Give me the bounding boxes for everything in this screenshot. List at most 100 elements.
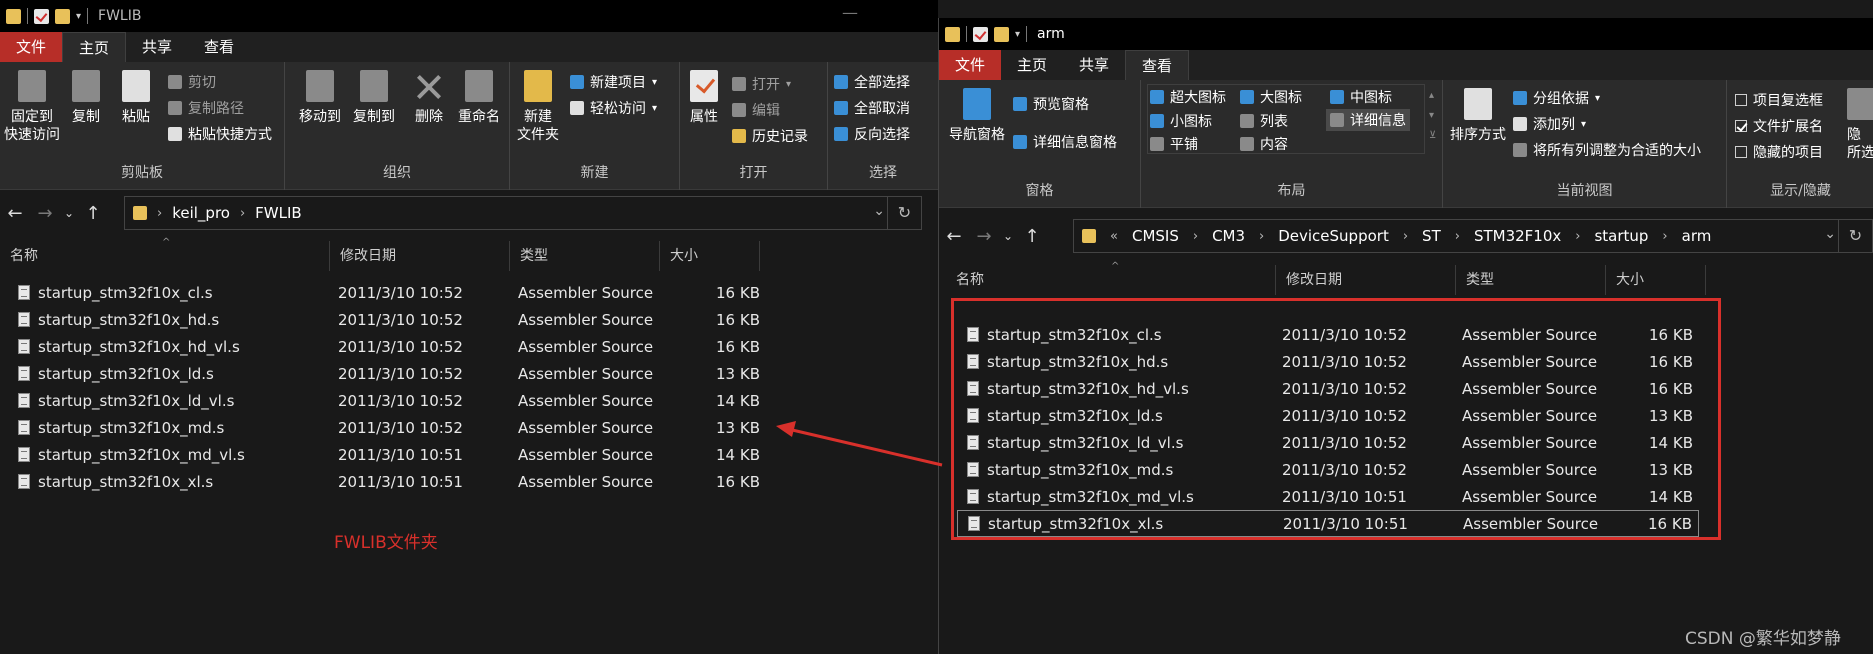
add-columns-button[interactable]: 添加列 ▾ [1513, 114, 1586, 134]
up-arrow-icon[interactable]: ↑ [1017, 226, 1047, 247]
tab-view[interactable]: 查看 [188, 32, 250, 62]
column-header-type[interactable]: 类型 [510, 241, 660, 271]
breadcrumb-cmsis[interactable]: CMSIS [1132, 227, 1179, 245]
breadcrumb-arm[interactable]: arm [1682, 227, 1712, 245]
open-button[interactable]: 打开 ▾ [732, 74, 791, 94]
customize-toolbar-icon[interactable]: ▾ [76, 11, 81, 22]
tab-share[interactable]: 共享 [126, 32, 188, 62]
invert-selection-button[interactable]: 反向选择 [834, 124, 910, 144]
easy-access-button[interactable]: 轻松访问 ▾ [570, 98, 657, 118]
chevron-down-icon[interactable]: ⌄ [873, 203, 885, 219]
layout-list[interactable]: 列表 [1240, 111, 1288, 131]
file-row[interactable]: startup_stm32f10x_hd_vl.s 2011/3/10 10:52… [8, 333, 760, 360]
history-button[interactable]: 历史记录 [732, 126, 808, 146]
chevron-down-icon[interactable]: ⌄ [1824, 226, 1836, 242]
breadcrumb-cm3[interactable]: CM3 [1212, 227, 1245, 245]
layout-tiles[interactable]: 平铺 [1150, 134, 1198, 154]
scroll-up-icon[interactable]: ▴ [1429, 86, 1436, 106]
file-row[interactable]: startup_stm32f10x_md.s 2011/3/10 10:52 Ass… [8, 414, 760, 441]
tab-file[interactable]: 文件 [939, 50, 1002, 80]
column-header-name[interactable]: 名称 [946, 265, 1276, 295]
back-arrow-icon[interactable]: ← [0, 203, 30, 224]
layout-large-icons[interactable]: 大图标 [1240, 87, 1302, 107]
column-header-size[interactable]: 大小 [660, 241, 760, 271]
layout-extra-large-icons[interactable]: 超大图标 [1150, 87, 1226, 107]
checkbox-unchecked[interactable] [1735, 146, 1747, 158]
paste-button[interactable]: 粘贴 [114, 70, 158, 126]
column-header-date[interactable]: 修改日期 [1276, 265, 1456, 295]
column-header-name[interactable]: 名称 [0, 241, 330, 271]
hidden-items-toggle[interactable]: 隐藏的项目 [1735, 142, 1823, 162]
breadcrumb-st[interactable]: ST [1422, 227, 1441, 245]
size-columns-button[interactable]: 将所有列调整为合适的大小 [1513, 140, 1701, 160]
refresh-icon[interactable]: ↻ [1838, 220, 1872, 252]
preview-pane-button[interactable]: 预览窗格 [1013, 94, 1089, 114]
item-checkboxes-toggle[interactable]: 项目复选框 [1735, 90, 1823, 110]
copy-button[interactable]: 复制 [66, 70, 106, 126]
new-item-button[interactable]: 新建项目 ▾ [570, 72, 657, 92]
copy-path-button[interactable]: 复制路径 [168, 98, 244, 118]
navigation-pane-button[interactable]: 导航窗格 [945, 88, 1009, 144]
recent-locations-icon[interactable]: ⌄ [60, 206, 78, 220]
group-by-button[interactable]: 分组依据 ▾ [1513, 88, 1600, 108]
paste-shortcut-button[interactable]: 粘贴快捷方式 [168, 124, 272, 144]
recent-locations-icon[interactable]: ⌄ [999, 229, 1017, 243]
delete-button[interactable]: 删除 [409, 70, 449, 126]
refresh-icon[interactable]: ↻ [887, 197, 921, 229]
overflow-crumbs[interactable]: « [1110, 229, 1118, 244]
up-arrow-icon[interactable]: ↑ [78, 203, 108, 224]
column-header-type[interactable]: 类型 [1456, 265, 1606, 295]
edit-button[interactable]: 编辑 [732, 100, 780, 120]
new-folder-quick-icon[interactable] [994, 26, 1009, 42]
properties-quick-icon[interactable] [34, 8, 49, 24]
path-box[interactable]: › keil_pro › FWLIB ⌄ ↻ [124, 196, 922, 230]
new-folder-button[interactable]: 新建 文件夹 [514, 70, 562, 144]
column-header-date[interactable]: 修改日期 [330, 241, 510, 271]
expand-gallery-icon[interactable]: ⊻ [1429, 126, 1436, 146]
checkbox-checked[interactable] [1735, 120, 1747, 132]
layout-small-icons[interactable]: 小图标 [1150, 111, 1212, 131]
select-none-button[interactable]: 全部取消 [834, 98, 910, 118]
rename-button[interactable]: 重命名 [453, 70, 505, 126]
breadcrumb-stm32f10x[interactable]: STM32F10x [1474, 227, 1561, 245]
layout-medium-icons[interactable]: 中图标 [1330, 87, 1392, 107]
path-box[interactable]: « CMSIS › CM3 › DeviceSupport › ST › STM… [1073, 219, 1873, 253]
copy-to-button[interactable]: 复制到 [349, 70, 399, 126]
file-row[interactable]: startup_stm32f10x_cl.s 2011/3/10 10:52 Ass… [8, 279, 760, 306]
file-extensions-toggle[interactable]: 文件扩展名 [1735, 116, 1823, 136]
tab-share[interactable]: 共享 [1063, 50, 1125, 80]
properties-button[interactable]: 属性 [684, 70, 724, 126]
file-row[interactable]: startup_stm32f10x_hd.s 2011/3/10 10:52 Ass… [8, 306, 760, 333]
scroll-down-icon[interactable]: ▾ [1429, 106, 1436, 126]
column-header-size[interactable]: 大小 [1606, 265, 1706, 295]
properties-quick-icon[interactable] [973, 26, 988, 42]
breadcrumb-startup[interactable]: startup [1594, 227, 1648, 245]
checkbox-unchecked[interactable] [1735, 94, 1747, 106]
layout-scroll[interactable]: ▴ ▾ ⊻ [1429, 86, 1436, 146]
file-row[interactable]: startup_stm32f10x_ld_vl.s 2011/3/10 10:52… [8, 387, 760, 414]
tab-view[interactable]: 查看 [1125, 50, 1190, 80]
back-arrow-icon[interactable]: ← [939, 226, 969, 247]
details-pane-button[interactable]: 详细信息窗格 [1013, 132, 1117, 152]
breadcrumb-fwlib[interactable]: FWLIB [255, 204, 302, 222]
tab-home[interactable]: 主页 [1001, 50, 1063, 80]
file-row[interactable]: startup_stm32f10x_md_vl.s 2011/3/10 10:51… [8, 441, 760, 468]
minimize-icon[interactable]: — [830, 0, 870, 28]
forward-arrow-icon[interactable]: → [969, 226, 999, 247]
tab-home[interactable]: 主页 [62, 32, 127, 62]
sort-by-button[interactable]: 排序方式 [1447, 88, 1509, 144]
tab-file[interactable]: 文件 [0, 32, 63, 62]
breadcrumb-devicesupport[interactable]: DeviceSupport [1278, 227, 1389, 245]
layout-details[interactable]: 详细信息 [1326, 109, 1410, 131]
select-all-button[interactable]: 全部选择 [834, 72, 910, 92]
forward-arrow-icon[interactable]: → [30, 203, 60, 224]
pin-to-quick-access-button[interactable]: 固定到 快速访问 [4, 70, 60, 144]
file-row[interactable]: startup_stm32f10x_xl.s 2011/3/10 10:51 Ass… [8, 468, 760, 495]
cut-button[interactable]: 剪切 [168, 72, 216, 92]
hide-selected-button[interactable]: 隐 所选 [1847, 88, 1873, 162]
breadcrumb-keil-pro[interactable]: keil_pro [172, 204, 230, 222]
layout-content[interactable]: 内容 [1240, 134, 1288, 154]
new-folder-quick-icon[interactable] [55, 8, 70, 24]
file-row[interactable]: startup_stm32f10x_ld.s 2011/3/10 10:52 Ass… [8, 360, 760, 387]
move-to-button[interactable]: 移动到 [295, 70, 345, 126]
